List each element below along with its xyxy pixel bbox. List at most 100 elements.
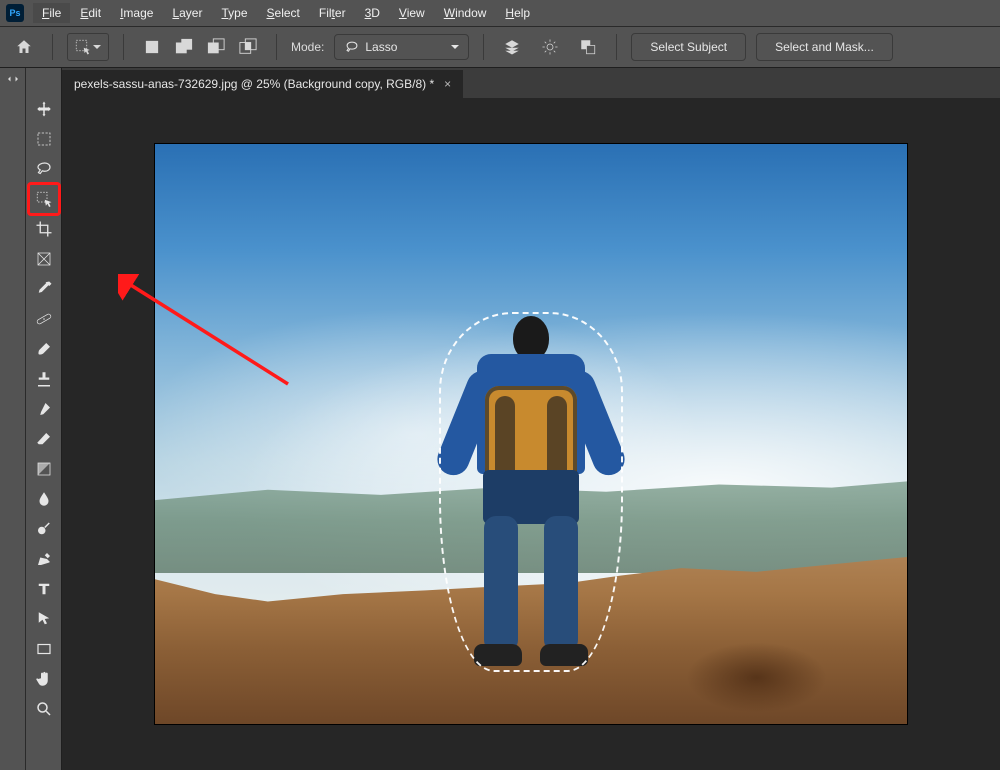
- expand-arrows-icon: [8, 74, 18, 84]
- layers-icon: [503, 38, 521, 56]
- menu-layer[interactable]: Layer: [163, 3, 211, 23]
- selection-mode-group: [138, 33, 262, 61]
- hand-icon: [35, 670, 53, 688]
- rectangle-icon: [35, 640, 53, 658]
- divider: [276, 34, 277, 60]
- history-brush-tool[interactable]: [29, 394, 59, 424]
- workspace: pexels-sassu-anas-732629.jpg @ 25% (Back…: [0, 68, 1000, 770]
- menu-image[interactable]: Image: [111, 3, 162, 23]
- new-selection-button[interactable]: [138, 33, 166, 61]
- rectangular-marquee-tool[interactable]: [29, 124, 59, 154]
- menu-bar: Ps File Edit Image Layer Type Select Fil…: [0, 0, 1000, 26]
- frame-icon: [35, 250, 53, 268]
- gradient-tool[interactable]: [29, 454, 59, 484]
- tab-close-button[interactable]: ×: [444, 77, 451, 91]
- dodge-icon: [35, 520, 53, 538]
- move-icon: [35, 100, 53, 118]
- mode-label: Mode:: [291, 40, 324, 54]
- add-to-selection-button[interactable]: [170, 33, 198, 61]
- intersect-selection-button[interactable]: [234, 33, 262, 61]
- hand-tool[interactable]: [29, 664, 59, 694]
- select-subject-label: Select Subject: [650, 40, 727, 54]
- pen-tool[interactable]: [29, 544, 59, 574]
- clone-stamp-tool[interactable]: [29, 364, 59, 394]
- magnifier-icon: [35, 700, 53, 718]
- tools-panel: [26, 68, 62, 770]
- mode-dropdown[interactable]: Lasso: [334, 34, 469, 60]
- document-tab-title: pexels-sassu-anas-732629.jpg @ 25% (Back…: [74, 77, 434, 91]
- healing-brush-tool[interactable]: [29, 304, 59, 334]
- path-selection-tool[interactable]: [29, 604, 59, 634]
- pen-icon: [35, 550, 53, 568]
- intersect-selection-icon: [239, 38, 257, 56]
- add-selection-icon: [175, 38, 193, 56]
- type-icon: [35, 580, 53, 598]
- document-tab[interactable]: pexels-sassu-anas-732629.jpg @ 25% (Back…: [62, 70, 463, 98]
- history-brush-icon: [35, 400, 53, 418]
- object-minus-icon: [579, 38, 597, 56]
- lasso-tool[interactable]: [29, 154, 59, 184]
- home-button[interactable]: [10, 33, 38, 61]
- type-tool[interactable]: [29, 574, 59, 604]
- arrow-cursor-icon: [35, 610, 53, 628]
- blur-tool[interactable]: [29, 484, 59, 514]
- select-subject-button[interactable]: Select Subject: [631, 33, 746, 61]
- tool-preset-picker[interactable]: [67, 33, 109, 61]
- marquee-icon: [35, 130, 53, 148]
- lasso-icon: [345, 40, 359, 54]
- menu-help[interactable]: Help: [496, 3, 539, 23]
- subtract-from-selection-button[interactable]: [202, 33, 230, 61]
- collapsed-panel-gutter[interactable]: [0, 68, 26, 770]
- menu-file[interactable]: File: [33, 3, 70, 23]
- document-tab-strip: pexels-sassu-anas-732629.jpg @ 25% (Back…: [62, 68, 1000, 98]
- eraser-tool[interactable]: [29, 424, 59, 454]
- sample-all-layers-button[interactable]: [498, 33, 526, 61]
- select-and-mask-button[interactable]: Select and Mask...: [756, 33, 893, 61]
- mode-value: Lasso: [365, 40, 397, 54]
- enhance-edge-button[interactable]: [536, 33, 564, 61]
- app-logo: Ps: [6, 4, 24, 22]
- object-selection-tool[interactable]: [29, 184, 59, 214]
- menu-type[interactable]: Type: [212, 3, 256, 23]
- crop-tool[interactable]: [29, 214, 59, 244]
- frame-tool[interactable]: [29, 244, 59, 274]
- stamp-icon: [35, 370, 53, 388]
- menu-filter[interactable]: Filter: [310, 3, 355, 23]
- eyedropper-tool[interactable]: [29, 274, 59, 304]
- options-bar: Mode: Lasso Select Subject Select and Ma…: [0, 26, 1000, 68]
- chevron-down-icon: [92, 42, 102, 52]
- menu-view[interactable]: View: [390, 3, 434, 23]
- brush-tool[interactable]: [29, 334, 59, 364]
- chevron-down-icon: [450, 42, 460, 52]
- object-selection-icon: [74, 38, 92, 56]
- home-icon: [15, 38, 33, 56]
- object-selection-icon: [35, 190, 53, 208]
- document-area: pexels-sassu-anas-732629.jpg @ 25% (Back…: [62, 68, 1000, 770]
- menu-3d[interactable]: 3D: [356, 3, 389, 23]
- menu-edit[interactable]: Edit: [71, 3, 110, 23]
- zoom-tool[interactable]: [29, 694, 59, 724]
- brush-icon: [35, 340, 53, 358]
- subtract-object-button[interactable]: [574, 33, 602, 61]
- bandage-icon: [35, 310, 53, 328]
- divider: [123, 34, 124, 60]
- canvas-image: [155, 144, 907, 724]
- subtract-selection-icon: [207, 38, 225, 56]
- menu-window[interactable]: Window: [435, 3, 496, 23]
- dodge-tool[interactable]: [29, 514, 59, 544]
- menu-select[interactable]: Select: [258, 3, 309, 23]
- crop-icon: [35, 220, 53, 238]
- sparkle-gear-icon: [541, 38, 559, 56]
- select-and-mask-label: Select and Mask...: [775, 40, 874, 54]
- eraser-icon: [35, 430, 53, 448]
- new-selection-icon: [145, 40, 159, 54]
- move-tool[interactable]: [29, 94, 59, 124]
- droplet-icon: [35, 490, 53, 508]
- divider: [483, 34, 484, 60]
- canvas-viewport[interactable]: [62, 98, 1000, 770]
- lasso-icon: [35, 160, 53, 178]
- rectangle-tool[interactable]: [29, 634, 59, 664]
- selection-marching-ants: [439, 312, 623, 672]
- gradient-icon: [35, 460, 53, 478]
- divider: [52, 34, 53, 60]
